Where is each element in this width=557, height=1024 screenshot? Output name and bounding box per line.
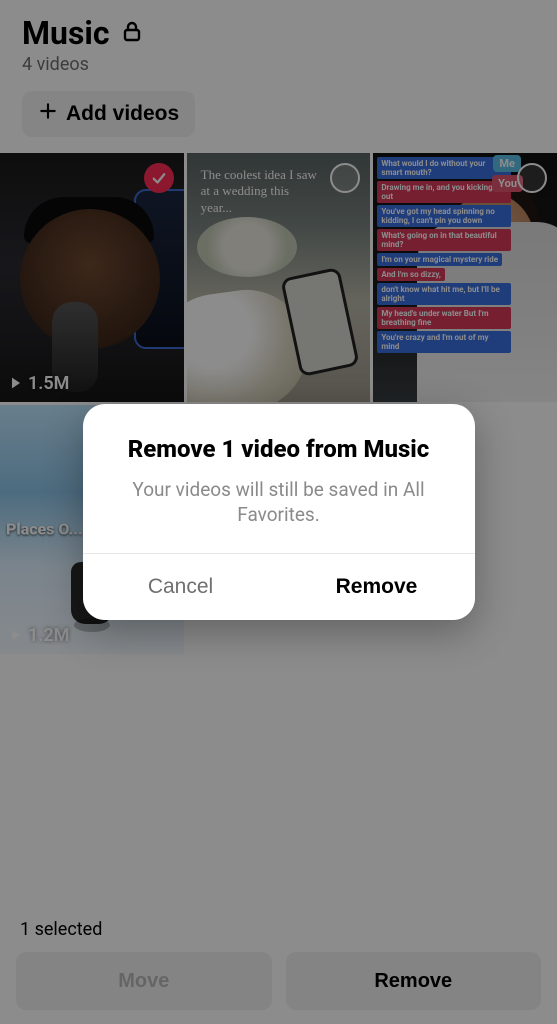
modal-overlay[interactable]: Remove 1 video from Music Your videos wi… xyxy=(0,0,557,1024)
confirm-remove-button[interactable]: Remove xyxy=(279,554,475,620)
cancel-button[interactable]: Cancel xyxy=(83,554,279,620)
dialog-message: Your videos will still be saved in All F… xyxy=(109,478,449,527)
confirm-dialog: Remove 1 video from Music Your videos wi… xyxy=(83,404,475,620)
screen: Music 4 videos Add videos 1.5M xyxy=(0,0,557,1024)
dialog-title: Remove 1 video from Music xyxy=(109,434,449,464)
